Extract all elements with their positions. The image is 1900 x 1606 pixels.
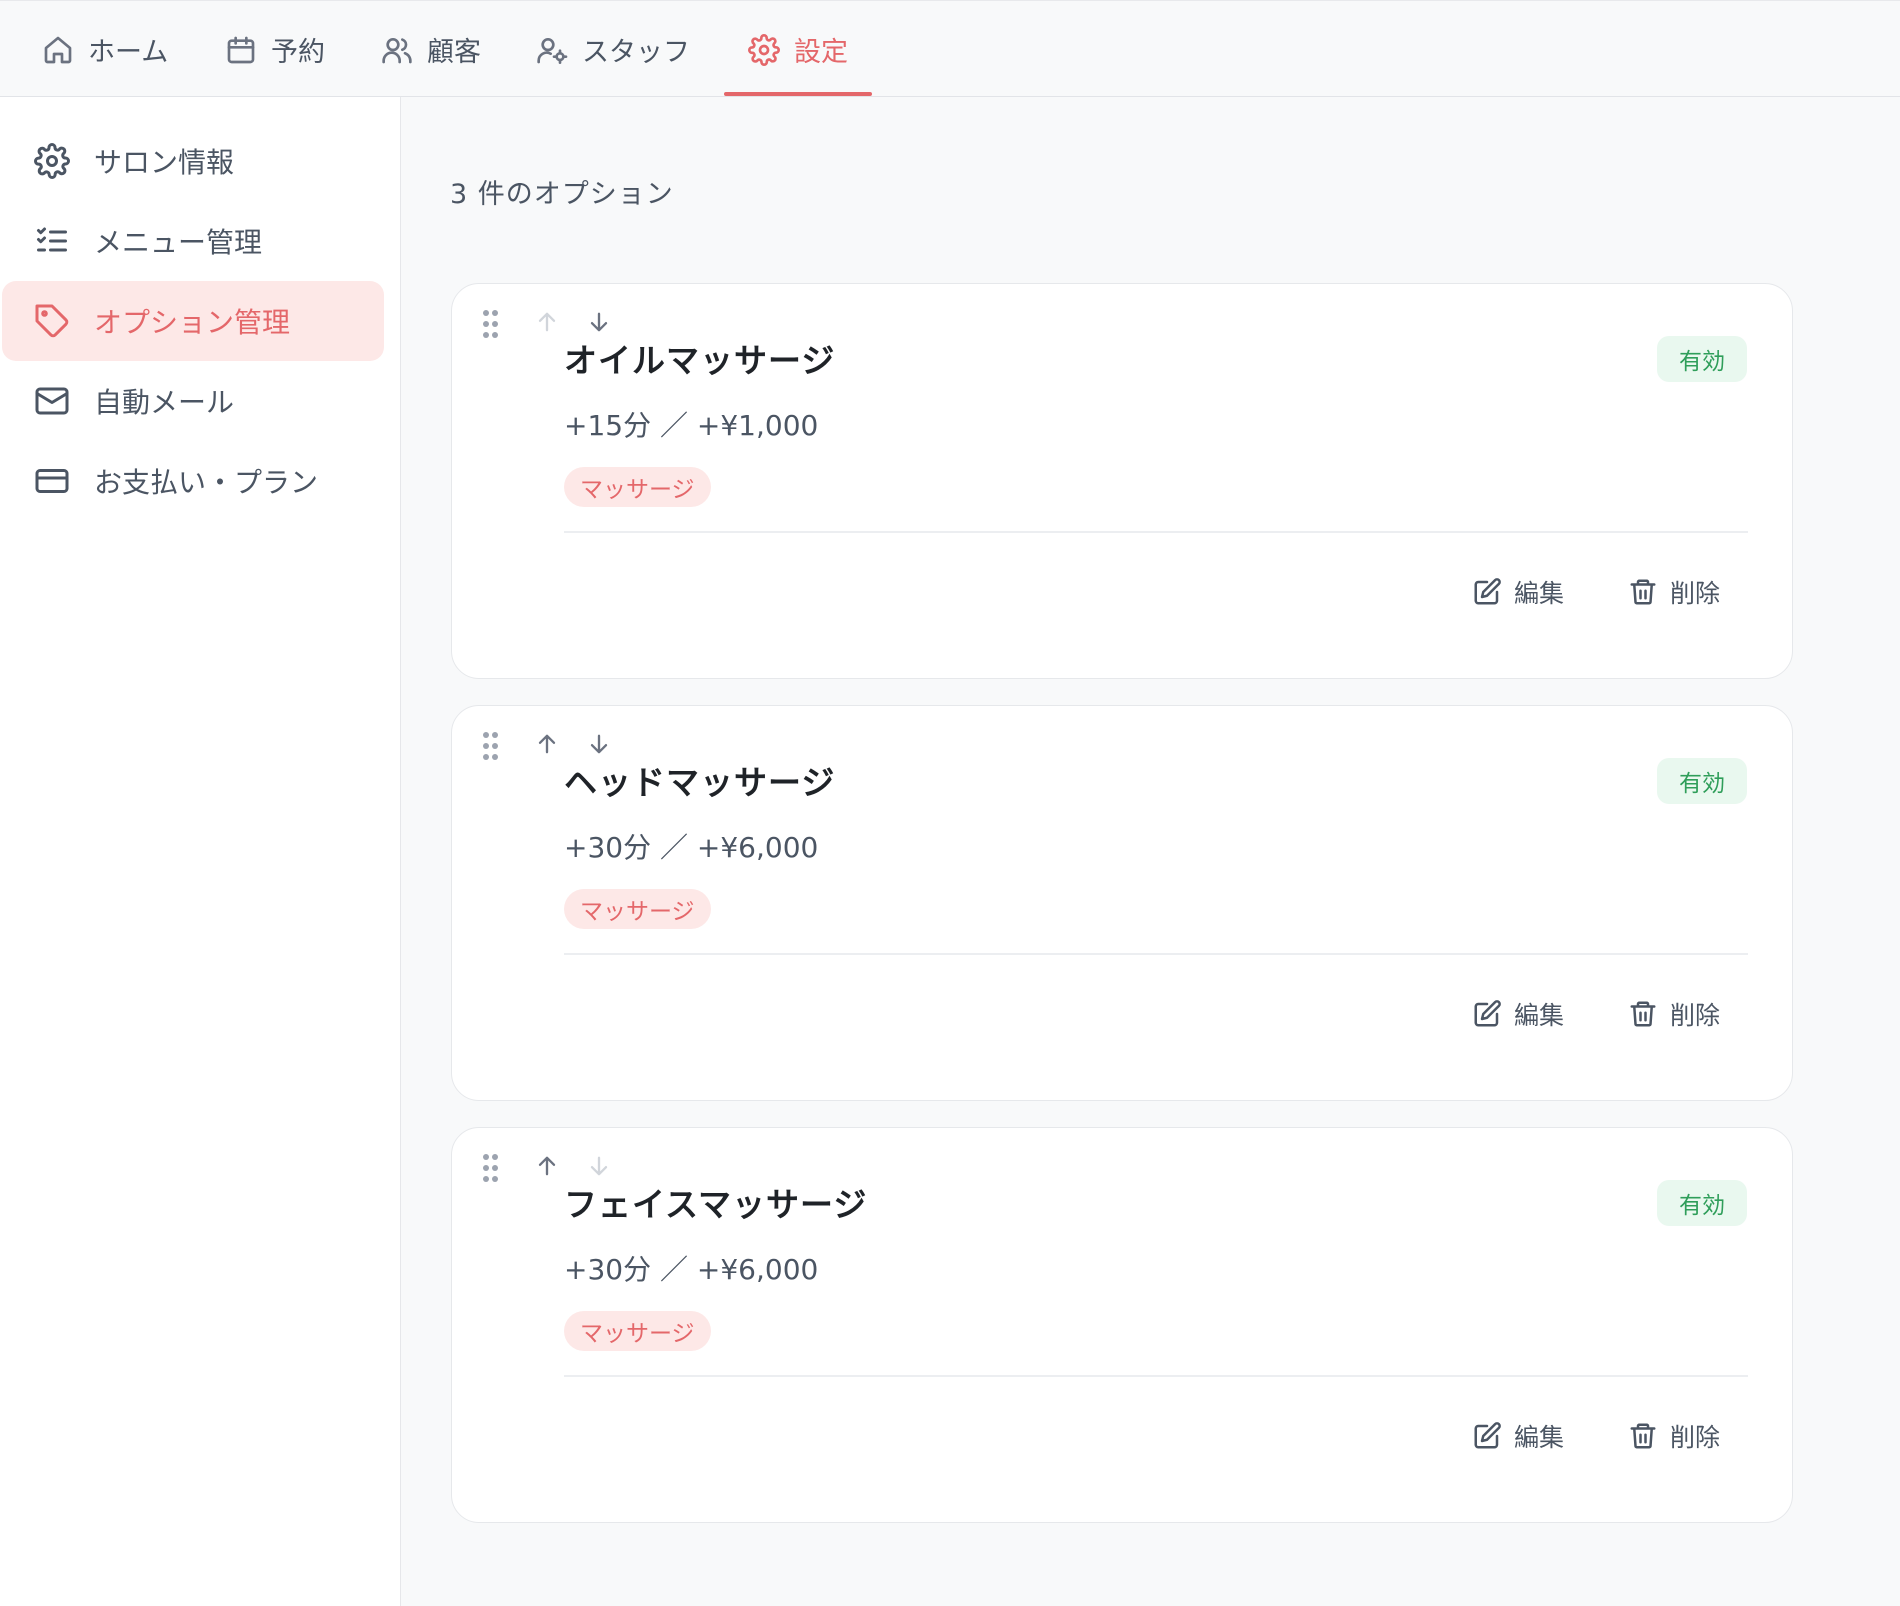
move-up-button[interactable] [533, 1152, 561, 1180]
move-up-button[interactable] [533, 730, 561, 758]
mail-icon [35, 387, 69, 415]
sidebar-item-billing[interactable]: お支払い・プラン [2, 441, 384, 521]
sidebar: サロン情報 メニュー管理 オプション管理 自動メール お支払い・プラン [0, 97, 401, 1606]
arrow-up-icon [538, 1156, 556, 1176]
trash-icon [1630, 1001, 1656, 1027]
move-down-button[interactable] [585, 1152, 613, 1180]
edit-label: 編集 [1514, 1001, 1565, 1030]
tab-settings[interactable]: 設定 [748, 1, 848, 98]
edit-label: 編集 [1514, 1423, 1565, 1452]
tab-customers[interactable]: 顧客 [381, 1, 481, 98]
option-duration-price: +30分 ／ +¥6,000 [564, 1253, 819, 1286]
option-name: フェイスマッサージ [564, 1185, 868, 1224]
divider [564, 1375, 1748, 1377]
tab-staff[interactable]: スタッフ [536, 1, 690, 98]
calendar-icon [227, 36, 255, 63]
sidebar-item-menu[interactable]: メニュー管理 [2, 201, 384, 281]
sidebar-item-auto-mail[interactable]: 自動メール [2, 361, 384, 441]
delete-label: 削除 [1670, 579, 1721, 608]
tab-label: ホーム [88, 37, 169, 68]
divider [564, 953, 1748, 955]
sidebar-item-label: 自動メール [94, 386, 235, 419]
arrow-down-icon [590, 312, 608, 332]
move-down-button[interactable] [585, 730, 613, 758]
status-badge: 有効 [1657, 758, 1747, 804]
edit-button[interactable]: 編集 [1472, 994, 1564, 1034]
status-badge: 有効 [1657, 1180, 1747, 1226]
arrow-down-icon [590, 734, 608, 754]
option-card: ヘッドマッサージ +30分 ／ +¥6,000 マッサージ 有効 編集 削除 [451, 705, 1793, 1101]
users-icon [382, 37, 412, 63]
category-tag: マッサージ [564, 1311, 711, 1351]
arrow-up-icon [538, 312, 556, 332]
option-card: オイルマッサージ +15分 ／ +¥1,000 マッサージ 有効 編集 削除 [451, 283, 1793, 679]
sidebar-item-salon-info[interactable]: サロン情報 [2, 121, 384, 201]
drag-handle-icon[interactable] [483, 1154, 499, 1184]
tab-reservations[interactable]: 予約 [225, 1, 325, 98]
edit-icon [1474, 1000, 1501, 1027]
edit-button[interactable]: 編集 [1472, 572, 1564, 612]
delete-label: 削除 [1670, 1423, 1721, 1452]
option-name: ヘッドマッサージ [564, 763, 836, 802]
credit-card-icon [35, 469, 69, 493]
tag-icon [35, 304, 69, 338]
gear-icon [748, 33, 780, 66]
delete-button[interactable]: 削除 [1628, 572, 1720, 612]
divider [564, 531, 1748, 533]
tab-label: 顧客 [427, 37, 481, 68]
tab-label: 予約 [271, 37, 325, 68]
edit-label: 編集 [1514, 579, 1565, 608]
top-nav: ホーム 予約 顧客 スタッフ 設定 [0, 0, 1900, 97]
trash-icon [1630, 579, 1656, 605]
sidebar-item-label: メニュー管理 [94, 226, 263, 259]
move-up-button[interactable] [533, 308, 561, 336]
option-duration-price: +15分 ／ +¥1,000 [564, 409, 819, 442]
option-name: オイルマッサージ [564, 341, 836, 380]
delete-button[interactable]: 削除 [1628, 1416, 1720, 1456]
category-tag: マッサージ [564, 467, 711, 507]
arrow-down-icon [590, 1156, 608, 1176]
active-tab-indicator [724, 92, 872, 96]
category-tag: マッサージ [564, 889, 711, 929]
drag-handle-icon[interactable] [483, 732, 499, 762]
drag-handle-icon[interactable] [483, 310, 499, 340]
edit-icon [1474, 578, 1501, 605]
edit-button[interactable]: 編集 [1472, 1416, 1564, 1456]
move-down-button[interactable] [585, 308, 613, 336]
gear-icon [34, 143, 70, 179]
edit-icon [1474, 1422, 1501, 1449]
delete-button[interactable]: 削除 [1628, 994, 1720, 1034]
tab-label: スタッフ [582, 37, 690, 68]
status-badge: 有効 [1657, 336, 1747, 382]
tab-home[interactable]: ホーム [42, 1, 168, 98]
option-duration-price: +30分 ／ +¥6,000 [564, 831, 819, 864]
sidebar-item-label: オプション管理 [94, 306, 291, 339]
trash-icon [1630, 1423, 1656, 1449]
option-card: フェイスマッサージ +30分 ／ +¥6,000 マッサージ 有効 編集 削除 [451, 1127, 1793, 1523]
sidebar-item-options[interactable]: オプション管理 [2, 281, 384, 361]
home-icon [44, 36, 72, 63]
arrow-up-icon [538, 734, 556, 754]
option-count: 3 件のオプション [450, 179, 674, 210]
delete-label: 削除 [1670, 1001, 1721, 1030]
tab-label: 設定 [794, 37, 848, 68]
user-cog-icon [537, 37, 568, 64]
sidebar-item-label: お支払い・プラン [94, 466, 319, 499]
sidebar-item-label: サロン情報 [94, 146, 235, 179]
list-checks-icon [37, 227, 67, 252]
